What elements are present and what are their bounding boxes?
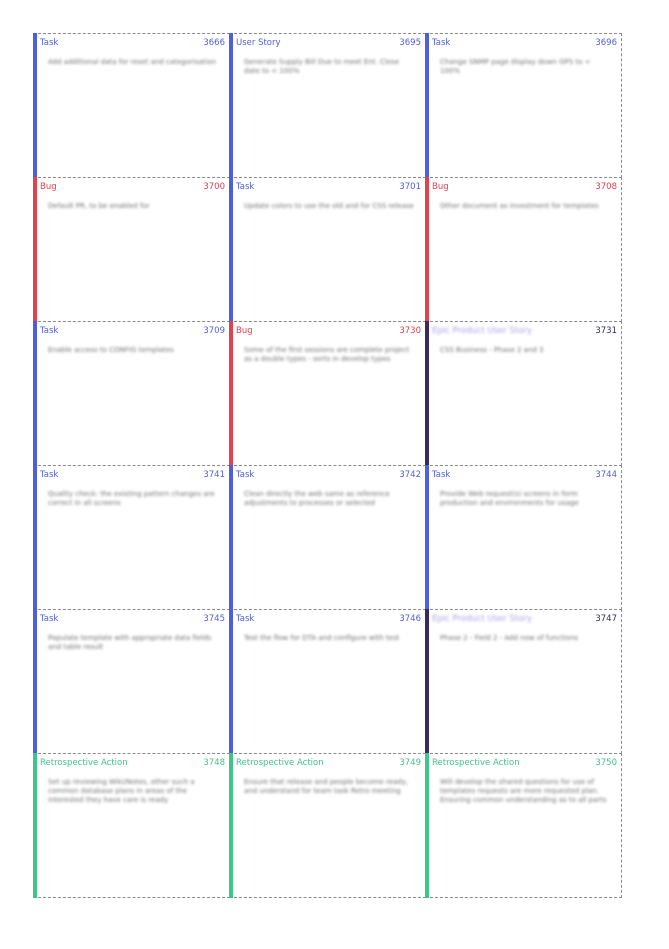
card-color-stripe bbox=[229, 465, 233, 610]
card-type: Task bbox=[40, 38, 59, 48]
work-item-card[interactable]: Task 3742 Clean directly the web same as r… bbox=[229, 465, 426, 610]
card-title: Update colors to use the old and for CSS… bbox=[244, 202, 414, 210]
card-id: 3708 bbox=[595, 182, 617, 192]
card-color-stripe bbox=[425, 465, 429, 610]
card-id: 3700 bbox=[203, 182, 225, 192]
card-color-stripe bbox=[33, 177, 37, 322]
card-color-stripe bbox=[425, 321, 429, 466]
work-item-card[interactable]: Task 3709 Enable access to CONFIG template… bbox=[33, 321, 230, 466]
card-type: Retrospective Action bbox=[40, 758, 128, 768]
card-id: 3744 bbox=[595, 470, 617, 480]
card-id: 3709 bbox=[203, 326, 225, 336]
card-title: CSS Business - Phase 2 and 3 bbox=[440, 346, 544, 354]
work-item-card[interactable]: Task 3746 Test the flow for DTA and config… bbox=[229, 609, 426, 754]
work-item-card[interactable]: Task 3666 Add additional data for reset an… bbox=[33, 33, 230, 178]
card-title: Test the flow for DTA and configure with… bbox=[244, 634, 400, 642]
card-type: Task bbox=[40, 326, 59, 336]
card-type: Epic Product User Story bbox=[432, 614, 533, 624]
card-color-stripe bbox=[33, 321, 37, 466]
card-type: Task bbox=[432, 38, 451, 48]
work-item-card[interactable]: Bug 3700 Default PR, to be enabled for bbox=[33, 177, 230, 322]
card-title: Quality check: the existing pattern chan… bbox=[48, 490, 215, 507]
card-type: User Story bbox=[236, 38, 281, 48]
card-grid: Task 3666 Add additional data for reset an… bbox=[33, 33, 622, 898]
work-item-card[interactable]: Retrospective Action 3748 Set up reviewing… bbox=[33, 753, 230, 898]
work-item-card[interactable]: Epic Product User Story 3747 Phase 2 - Fie… bbox=[425, 609, 622, 754]
card-color-stripe bbox=[229, 609, 233, 754]
card-color-stripe bbox=[33, 465, 37, 610]
card-title: Change SNMP page display down GPS to < 1… bbox=[440, 58, 591, 75]
work-item-card[interactable]: Epic Product User Story 3731 CSS Business … bbox=[425, 321, 622, 466]
work-item-card[interactable]: Retrospective Action 3750 Will develop the… bbox=[425, 753, 622, 898]
card-type: Task bbox=[432, 470, 451, 480]
card-title: Default PR, to be enabled for bbox=[48, 202, 150, 210]
card-type: Task bbox=[236, 470, 255, 480]
work-item-card[interactable]: Task 3744 Provide Web request(s) screens i… bbox=[425, 465, 622, 610]
card-title: Enable access to CONFIG templates bbox=[48, 346, 174, 354]
card-type: Task bbox=[40, 614, 59, 624]
card-id: 3750 bbox=[595, 758, 617, 768]
card-title: Some of the first sessions are complete … bbox=[244, 346, 410, 363]
card-color-stripe bbox=[33, 609, 37, 754]
card-title: Set up reviewing Wiki/Notes, other such … bbox=[48, 778, 195, 804]
card-type: Retrospective Action bbox=[236, 758, 324, 768]
card-id: 3745 bbox=[203, 614, 225, 624]
card-title: Will develop the shared questions for us… bbox=[440, 778, 607, 804]
card-title: Other document as investment for templat… bbox=[440, 202, 599, 210]
card-color-stripe bbox=[33, 33, 37, 178]
card-id: 3748 bbox=[203, 758, 225, 768]
work-item-card[interactable]: User Story 3695 Generate Supply Bill Due t… bbox=[229, 33, 426, 178]
card-color-stripe bbox=[425, 33, 429, 178]
card-type: Task bbox=[40, 470, 59, 480]
card-title: Clean directly the web same as reference… bbox=[244, 490, 390, 507]
card-color-stripe bbox=[425, 753, 429, 898]
work-item-card[interactable]: Task 3701 Update colors to use the old and… bbox=[229, 177, 426, 322]
card-title: Generate Supply Bill Due to meet Ent. Cl… bbox=[244, 58, 399, 75]
card-type: Epic Product User Story bbox=[432, 326, 533, 336]
card-type: Bug bbox=[432, 182, 449, 192]
card-color-stripe bbox=[229, 177, 233, 322]
card-color-stripe bbox=[425, 177, 429, 322]
work-item-card[interactable]: Task 3696 Change SNMP page display down GP… bbox=[425, 33, 622, 178]
card-type: Retrospective Action bbox=[432, 758, 520, 768]
card-type: Task bbox=[236, 614, 255, 624]
card-id: 3747 bbox=[595, 614, 617, 624]
card-id: 3695 bbox=[399, 38, 421, 48]
card-id: 3730 bbox=[399, 326, 421, 336]
card-id: 3742 bbox=[399, 470, 421, 480]
card-title: Phase 2 - Field 2 - Add now of functions bbox=[440, 634, 579, 642]
card-id: 3696 bbox=[595, 38, 617, 48]
work-item-card[interactable]: Task 3741 Quality check: the existing patt… bbox=[33, 465, 230, 610]
card-title: Populate template with appropriate data … bbox=[48, 634, 212, 651]
card-id: 3746 bbox=[399, 614, 421, 624]
card-color-stripe bbox=[229, 33, 233, 178]
card-id: 3731 bbox=[595, 326, 617, 336]
card-color-stripe bbox=[229, 321, 233, 466]
card-id: 3701 bbox=[399, 182, 421, 192]
card-title: Provide Web request(s) screens in form p… bbox=[440, 490, 579, 507]
card-type: Bug bbox=[40, 182, 57, 192]
card-type: Task bbox=[236, 182, 255, 192]
card-type: Bug bbox=[236, 326, 253, 336]
work-item-card[interactable]: Retrospective Action 3749 Ensure that rele… bbox=[229, 753, 426, 898]
card-color-stripe bbox=[229, 753, 233, 898]
card-color-stripe bbox=[33, 753, 37, 898]
work-item-card[interactable]: Bug 3730 Some of the first sessions are co… bbox=[229, 321, 426, 466]
work-item-card[interactable]: Task 3745 Populate template with appropria… bbox=[33, 609, 230, 754]
card-id: 3741 bbox=[203, 470, 225, 480]
card-title: Add additional data for reset and catego… bbox=[48, 58, 217, 66]
card-id: 3749 bbox=[399, 758, 421, 768]
card-title: Ensure that release and people become re… bbox=[244, 778, 409, 795]
work-item-card[interactable]: Bug 3708 Other document as investment for … bbox=[425, 177, 622, 322]
card-id: 3666 bbox=[203, 38, 225, 48]
card-color-stripe bbox=[425, 609, 429, 754]
